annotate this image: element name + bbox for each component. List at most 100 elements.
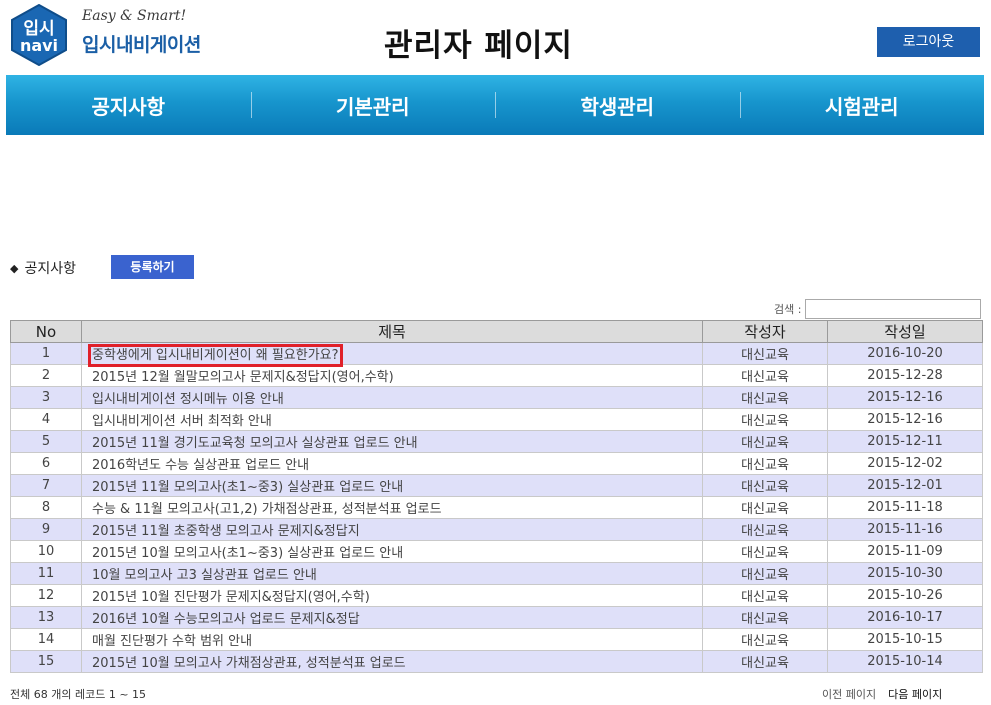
table-row[interactable]: 6 2016학년도 수능 실상관표 업로드 안내 대신교육 2015-12-02 bbox=[10, 452, 983, 475]
table-row[interactable]: 12 2015년 10월 진단평가 문제지&정답지(영어,수학) 대신교육 2015-… bbox=[10, 584, 983, 607]
column-header-author[interactable]: 작성자 bbox=[702, 320, 828, 343]
row-number: 10 bbox=[37, 544, 55, 559]
row-author: 대신교육 bbox=[741, 524, 789, 539]
nav-item-basic-management[interactable]: 기본관리 bbox=[250, 75, 496, 135]
row-title-link[interactable]: 2015년 10월 모의고사(초1~중3) 실상관표 업로드 안내 bbox=[92, 546, 403, 561]
row-title-cell: 2015년 11월 모의고사(초1~중3) 실상관표 업로드 안내 bbox=[81, 474, 703, 497]
row-number-cell: 11 bbox=[10, 562, 82, 585]
row-date-cell: 2015-12-11 bbox=[827, 430, 983, 453]
logout-button[interactable]: 로그아웃 bbox=[877, 27, 980, 57]
row-title-link[interactable]: 2015년 11월 초중학생 모의고사 문제지&정답지 bbox=[92, 524, 360, 539]
row-date: 2015-10-26 bbox=[867, 588, 943, 603]
row-title-link[interactable]: 입시내비게이션 정시메뉴 이용 안내 bbox=[92, 392, 284, 407]
prev-page-link[interactable]: 이전 페이지 bbox=[822, 686, 876, 702]
row-title-link[interactable]: 2016학년도 수능 실상관표 업로드 안내 bbox=[92, 458, 309, 473]
row-title-cell: 중학생에게 입시내비게이션이 왜 필요한가요? bbox=[81, 342, 703, 367]
row-author: 대신교육 bbox=[741, 656, 789, 671]
column-header-no[interactable]: No bbox=[10, 320, 82, 343]
row-number-cell: 10 bbox=[10, 540, 82, 563]
row-title-link[interactable]: 2015년 10월 진단평가 문제지&정답지(영어,수학) bbox=[92, 590, 370, 605]
next-page-link[interactable]: 다음 페이지 bbox=[888, 686, 942, 702]
row-date: 2015-10-30 bbox=[867, 566, 943, 581]
row-title-link[interactable]: 매월 진단평가 수학 범위 안내 bbox=[92, 634, 252, 649]
row-number: 13 bbox=[37, 610, 55, 625]
row-number: 8 bbox=[41, 500, 51, 515]
row-author: 대신교육 bbox=[741, 612, 789, 627]
row-author-cell: 대신교육 bbox=[702, 606, 828, 629]
row-title-link[interactable]: 2015년 12월 월말모의고사 문제지&정답지(영어,수학) bbox=[92, 370, 394, 385]
row-date-cell: 2015-12-02 bbox=[827, 452, 983, 475]
table-row[interactable]: 3 입시내비게이션 정시메뉴 이용 안내 대신교육 2015-12-16 bbox=[10, 386, 983, 409]
row-title-link[interactable]: 수능 & 11월 모의고사(고1,2) 가채점상관표, 성적분석표 업로드 bbox=[92, 502, 442, 517]
row-title-cell: 매월 진단평가 수학 범위 안내 bbox=[81, 628, 703, 651]
table-row[interactable]: 15 2015년 10월 모의고사 가채점상관표, 성적분석표 업로드 대신교육 20… bbox=[10, 650, 983, 673]
row-author-cell: 대신교육 bbox=[702, 518, 828, 541]
row-title-link[interactable]: 2015년 10월 모의고사 가채점상관표, 성적분석표 업로드 bbox=[92, 656, 406, 671]
row-author: 대신교육 bbox=[741, 436, 789, 451]
row-author: 대신교육 bbox=[741, 480, 789, 495]
row-author-cell: 대신교육 bbox=[702, 342, 828, 365]
row-title-link[interactable]: 중학생에게 입시내비게이션이 왜 필요한가요? bbox=[88, 344, 343, 367]
row-author: 대신교육 bbox=[741, 546, 789, 561]
section-title: ◆ 공지사항 bbox=[10, 258, 76, 278]
table-row[interactable]: 11 10월 모의고사 고3 실상관표 업로드 안내 대신교육 2015-10-30 bbox=[10, 562, 983, 585]
row-title-cell: 2015년 10월 진단평가 문제지&정답지(영어,수학) bbox=[81, 584, 703, 607]
row-date-cell: 2015-12-28 bbox=[827, 364, 983, 387]
row-date: 2015-11-18 bbox=[867, 500, 943, 515]
register-button[interactable]: 등록하기 bbox=[111, 255, 194, 279]
row-title-cell: 2015년 11월 경기도교육청 모의고사 실상관표 업로드 안내 bbox=[81, 430, 703, 453]
row-author-cell: 대신교육 bbox=[702, 628, 828, 651]
row-date: 2015-11-16 bbox=[867, 522, 943, 537]
row-author-cell: 대신교육 bbox=[702, 430, 828, 453]
row-title-link[interactable]: 2016년 10월 수능모의고사 업로드 문제지&정답 bbox=[92, 612, 360, 627]
page-title: 관리자 페이지 bbox=[384, 28, 573, 64]
column-header-title[interactable]: 제목 bbox=[81, 320, 703, 343]
table-row[interactable]: 8 수능 & 11월 모의고사(고1,2) 가채점상관표, 성적분석표 업로드 대신… bbox=[10, 496, 983, 519]
nav-item-exam-management[interactable]: 시험관리 bbox=[739, 75, 985, 135]
table-row[interactable]: 1 중학생에게 입시내비게이션이 왜 필요한가요? 대신교육 2016-10-20 bbox=[10, 342, 983, 367]
row-date: 2015-12-01 bbox=[867, 478, 943, 493]
nav-item-notice[interactable]: 공지사항 bbox=[6, 75, 251, 135]
table-row[interactable]: 10 2015년 10월 모의고사(초1~중3) 실상관표 업로드 안내 대신교육 2… bbox=[10, 540, 983, 563]
row-title-link[interactable]: 2015년 11월 경기도교육청 모의고사 실상관표 업로드 안내 bbox=[92, 436, 418, 451]
row-date: 2015-10-14 bbox=[867, 654, 943, 669]
row-date-cell: 2015-11-09 bbox=[827, 540, 983, 563]
row-author-cell: 대신교육 bbox=[702, 496, 828, 519]
table-header-row: No 제목 작성자 작성일 bbox=[10, 320, 983, 343]
row-number: 1 bbox=[41, 346, 51, 361]
row-title-cell: 2015년 11월 초중학생 모의고사 문제지&정답지 bbox=[81, 518, 703, 541]
main-nav: 공지사항 기본관리 학생관리 시험관리 bbox=[6, 75, 984, 135]
row-author-cell: 대신교육 bbox=[702, 650, 828, 673]
row-title-cell: 2015년 10월 모의고사 가채점상관표, 성적분석표 업로드 bbox=[81, 650, 703, 673]
row-author-cell: 대신교육 bbox=[702, 474, 828, 497]
row-title-link[interactable]: 입시내비게이션 서버 최적화 안내 bbox=[92, 414, 272, 429]
table-row[interactable]: 13 2016년 10월 수능모의고사 업로드 문제지&정답 대신교육 2016-10… bbox=[10, 606, 983, 629]
row-author: 대신교육 bbox=[741, 392, 789, 407]
row-number-cell: 15 bbox=[10, 650, 82, 673]
table-row[interactable]: 7 2015년 11월 모의고사(초1~중3) 실상관표 업로드 안내 대신교육 20… bbox=[10, 474, 983, 497]
search-label: 검색 : bbox=[774, 303, 802, 316]
pagination: 이전 페이지 다음 페이지 bbox=[822, 686, 942, 702]
row-author: 대신교육 bbox=[741, 502, 789, 517]
search-input[interactable] bbox=[805, 299, 982, 319]
row-author-cell: 대신교육 bbox=[702, 364, 828, 387]
row-number-cell: 14 bbox=[10, 628, 82, 651]
row-author: 대신교육 bbox=[741, 348, 789, 363]
column-header-date[interactable]: 작성일 bbox=[827, 320, 983, 343]
row-number-cell: 6 bbox=[10, 452, 82, 475]
row-date: 2015-12-02 bbox=[867, 456, 943, 471]
table-row[interactable]: 5 2015년 11월 경기도교육청 모의고사 실상관표 업로드 안내 대신교육 20… bbox=[10, 430, 983, 453]
nav-item-student-management[interactable]: 학생관리 bbox=[495, 75, 740, 135]
table-row[interactable]: 2 2015년 12월 월말모의고사 문제지&정답지(영어,수학) 대신교육 2015… bbox=[10, 364, 983, 387]
row-number-cell: 4 bbox=[10, 408, 82, 431]
row-number: 11 bbox=[37, 566, 55, 581]
table-row[interactable]: 9 2015년 11월 초중학생 모의고사 문제지&정답지 대신교육 2015-11-… bbox=[10, 518, 983, 541]
table-row[interactable]: 4 입시내비게이션 서버 최적화 안내 대신교육 2015-12-16 bbox=[10, 408, 983, 431]
section-title-label: 공지사항 bbox=[24, 261, 76, 277]
row-author: 대신교육 bbox=[741, 458, 789, 473]
row-title-link[interactable]: 10월 모의고사 고3 실상관표 업로드 안내 bbox=[92, 568, 317, 583]
record-count: 전체 68 개의 레코드 1 ~ 15 bbox=[10, 688, 147, 701]
row-number: 9 bbox=[41, 522, 51, 537]
row-title-link[interactable]: 2015년 11월 모의고사(초1~중3) 실상관표 업로드 안내 bbox=[92, 480, 403, 495]
table-row[interactable]: 14 매월 진단평가 수학 범위 안내 대신교육 2015-10-15 bbox=[10, 628, 983, 651]
